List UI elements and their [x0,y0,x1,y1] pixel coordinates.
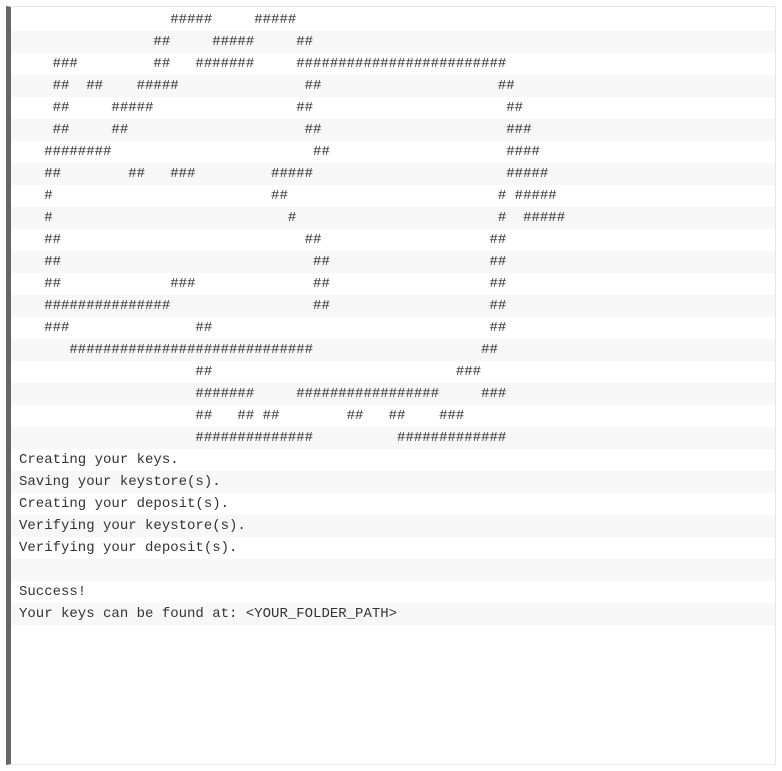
terminal-line: Your keys can be found at: <YOUR_FOLDER_… [11,603,776,625]
terminal-line: ## ## ## [11,251,776,273]
terminal-line: Creating your deposit(s). [11,493,776,515]
terminal-line: ## ##### ## ## [11,97,776,119]
terminal-line: ## ## ### ##### ##### [11,163,776,185]
terminal-line: ####### ################# ### [11,383,776,405]
terminal-line: ### ## ## [11,317,776,339]
terminal-line: ############## ############# [11,427,776,449]
terminal-line: ############################# ## [11,339,776,361]
terminal-line: # ## # ##### [11,185,776,207]
terminal-line: # # # ##### [11,207,776,229]
terminal-line: ##### ##### [11,9,776,31]
terminal-line: Verifying your keystore(s). [11,515,776,537]
terminal-line [11,559,776,581]
page-root: ##### ##### ## ##### ## ### ## ####### #… [0,0,782,771]
terminal-line: ## ## ## [11,229,776,251]
terminal-lines-container: ##### ##### ## ##### ## ### ## ####### #… [11,7,776,625]
terminal-line: ############### ## ## [11,295,776,317]
terminal-line: ## ## ##### ## ## [11,75,776,97]
terminal-line: ## ## ## ### [11,119,776,141]
terminal-line: ## ### ## ## [11,273,776,295]
terminal-line: Creating your keys. [11,449,776,471]
terminal-line: Success! [11,581,776,603]
terminal-line: ######## ## #### [11,141,776,163]
terminal-line: ### ## ####### ######################### [11,53,776,75]
terminal-line: ## ##### ## [11,31,776,53]
terminal-line: ## ### [11,361,776,383]
terminal-output-block[interactable]: ##### ##### ## ##### ## ### ## ####### #… [6,6,776,765]
terminal-line: Verifying your deposit(s). [11,537,776,559]
terminal-line: ## ## ## ## ## ### [11,405,776,427]
terminal-line: Saving your keystore(s). [11,471,776,493]
